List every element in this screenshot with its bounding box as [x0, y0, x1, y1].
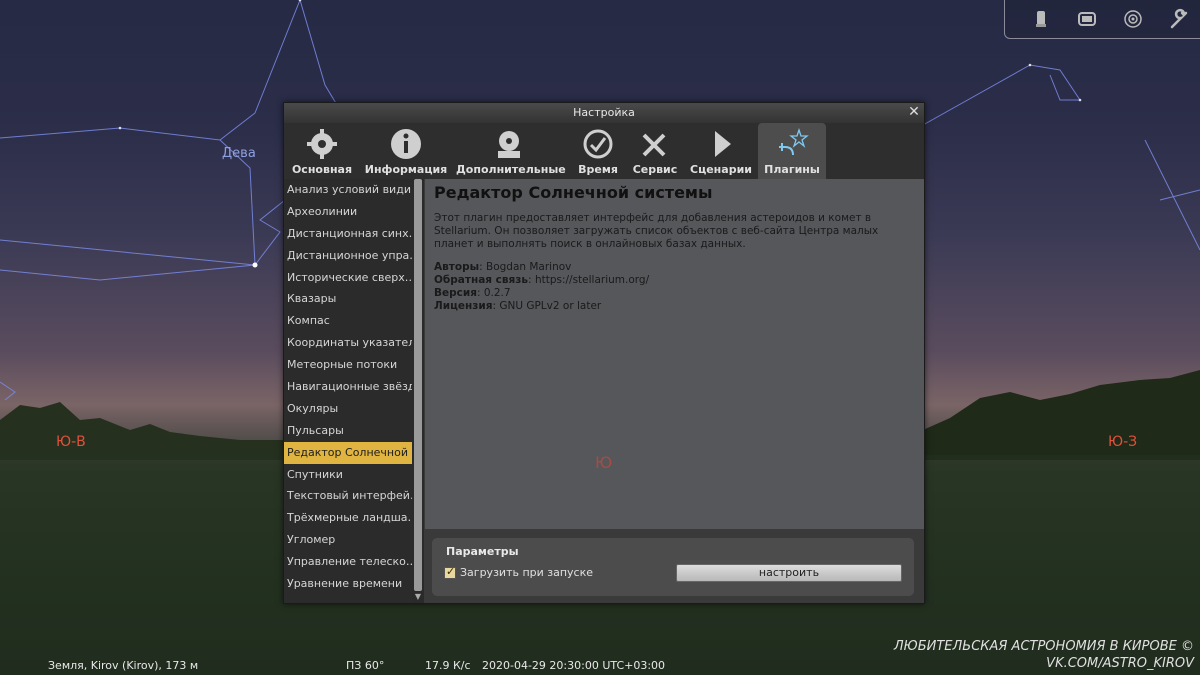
- feedback-value: https://stellarium.org/: [534, 274, 650, 286]
- star: [1078, 98, 1082, 102]
- telescope-icon[interactable]: [1030, 8, 1052, 30]
- params-area: Параметры ✓ Загрузить при запуске настро…: [425, 529, 924, 603]
- tab-label: Сервис: [632, 163, 678, 176]
- license-label: Лицензия: [434, 300, 493, 312]
- watermark-line-2: VK.COM/ASTRO_KIROV: [1046, 656, 1194, 671]
- tab-extras[interactable]: Дополнительные: [456, 123, 566, 179]
- plugin-list-item[interactable]: Исторические сверх…: [284, 267, 412, 289]
- gear-icon: [307, 129, 337, 159]
- plugin-list-item[interactable]: Текстовый интерфей…: [284, 485, 412, 507]
- plugin-feedback: Обратная связь: https://stellarium.org/: [434, 274, 650, 286]
- plugin-list-item[interactable]: Спутники: [284, 464, 412, 486]
- cardinal-label-southwest: Ю-З: [1108, 434, 1138, 450]
- params-title: Параметры: [446, 545, 519, 558]
- plugin-version: Версия: 0.2.7: [434, 287, 511, 299]
- treeline-right: [923, 370, 1200, 460]
- dialog-title: Настройка: [573, 106, 635, 119]
- plugin-authors: Авторы: Bogdan Marinov: [434, 261, 572, 273]
- tab-main[interactable]: Основная: [286, 123, 358, 179]
- tab-info[interactable]: Информация: [364, 123, 448, 179]
- tab-label: Дополнительные: [456, 163, 566, 176]
- status-location[interactable]: Земля, Kirov (Kirov), 173 м: [48, 659, 198, 672]
- license-value: GNU GPLv2 or later: [499, 300, 602, 312]
- scrollbar-thumb[interactable]: [414, 179, 422, 591]
- plugin-list-item[interactable]: Квазары: [284, 288, 412, 310]
- params-group: Параметры ✓ Загрузить при запуске настро…: [432, 538, 914, 596]
- info-icon: [391, 129, 421, 159]
- plugin-list-item[interactable]: Пульсары: [284, 420, 412, 442]
- window-icon[interactable]: [1076, 8, 1098, 30]
- constellation-label-virgo: Дева: [222, 146, 256, 161]
- plugin-list-item[interactable]: Управление телеско…: [284, 551, 412, 573]
- plugin-list-item[interactable]: Координаты указателя: [284, 332, 412, 354]
- plugin-list-item[interactable]: Окуляры: [284, 398, 412, 420]
- tab-service[interactable]: Сервис: [628, 123, 682, 179]
- tab-label: Основная: [291, 163, 353, 176]
- plugin-list-item[interactable]: Дистанционное упра…: [284, 245, 412, 267]
- star: [1028, 63, 1032, 67]
- play-icon: [715, 131, 731, 157]
- cardinal-label-southeast: Ю-В: [56, 434, 86, 450]
- plugin-list[interactable]: Анализ условий види… Археолинии Дистанцион…: [284, 179, 412, 603]
- tab-label: Сценарии: [690, 163, 752, 176]
- tab-label: Информация: [364, 163, 448, 176]
- tab-label: Время: [578, 163, 618, 176]
- close-button[interactable]: ✕: [907, 105, 921, 119]
- star: [252, 262, 258, 268]
- version-value: 0.2.7: [483, 287, 511, 299]
- watermark: ЛЮБИТЕЛЬСКАЯ АСТРОНОМИЯ В КИРОВЕ © VK.CO…: [894, 638, 1194, 672]
- cardinal-label-south: Ю: [595, 453, 613, 472]
- feedback-label: Обратная связь: [434, 274, 529, 286]
- star: [118, 126, 122, 130]
- plugin-list-item[interactable]: Редактор Солнечной …: [284, 441, 412, 464]
- tab-time[interactable]: Время: [572, 123, 624, 179]
- plugin-description: Этот плагин предоставляет интерфейс для …: [434, 212, 879, 250]
- wrench-icon[interactable]: [1168, 8, 1190, 30]
- tab-scripts[interactable]: Сценарии: [688, 123, 754, 179]
- authors-label: Авторы: [434, 261, 480, 273]
- checkmark-icon: ✓: [446, 565, 456, 578]
- dialog-titlebar[interactable]: Настройка: [284, 103, 924, 123]
- target-icon[interactable]: [1122, 8, 1144, 30]
- plugin-list-item[interactable]: Навигационные звёзды: [284, 376, 412, 398]
- settings-dialog: Настройка ✕ Основная Информация Дополнит…: [283, 102, 925, 604]
- tab-plugins[interactable]: Плагины: [758, 123, 826, 179]
- plugin-list-item[interactable]: Дистанционная синх…: [284, 223, 412, 245]
- extras-icon: [498, 131, 520, 158]
- tab-label: Плагины: [764, 163, 820, 176]
- treeline-left: [0, 402, 283, 460]
- status-fps: 17.9 К/с: [425, 659, 471, 672]
- plugin-list-item[interactable]: Уравнение времени: [284, 573, 412, 595]
- load-at-startup-checkbox[interactable]: ✓: [444, 565, 456, 579]
- plugin-title: Редактор Солнечной системы: [434, 183, 713, 202]
- top-right-toolbar: [1004, 0, 1200, 39]
- plugin-icon: [779, 127, 809, 156]
- plugin-list-scrollbar[interactable]: ▼: [412, 179, 424, 603]
- plugin-list-item[interactable]: Археолинии: [284, 201, 412, 223]
- scroll-down-icon[interactable]: ▼: [414, 592, 422, 602]
- plugin-list-item[interactable]: Компас: [284, 310, 412, 332]
- plugin-list-item[interactable]: Метеорные потоки: [284, 354, 412, 376]
- authors-value: Bogdan Marinov: [485, 261, 572, 273]
- plugin-license: Лицензия: GNU GPLv2 or later: [434, 300, 602, 312]
- tab-bar: Основная Информация Дополнительные Время…: [284, 123, 924, 179]
- watermark-line-1: ЛЮБИТЕЛЬСКАЯ АСТРОНОМИЯ В КИРОВЕ ©: [893, 639, 1194, 654]
- version-label: Версия: [434, 287, 477, 299]
- status-fov: ПЗ 60°: [346, 659, 385, 672]
- load-at-startup-label[interactable]: Загрузить при запуске: [460, 566, 593, 579]
- tools-icon: [642, 133, 666, 157]
- plugin-list-item[interactable]: Угломер: [284, 529, 412, 551]
- plugin-list-item[interactable]: Трёхмерные ландша…: [284, 507, 412, 529]
- status-datetime[interactable]: 2020-04-29 20:30:00 UTC+03:00: [482, 659, 665, 672]
- clock-icon: [583, 129, 613, 159]
- configure-button[interactable]: настроить: [676, 564, 902, 582]
- plugin-info-panel: Редактор Солнечной системы Этот плагин п…: [425, 179, 924, 529]
- plugin-list-item[interactable]: Анализ условий види…: [284, 179, 412, 201]
